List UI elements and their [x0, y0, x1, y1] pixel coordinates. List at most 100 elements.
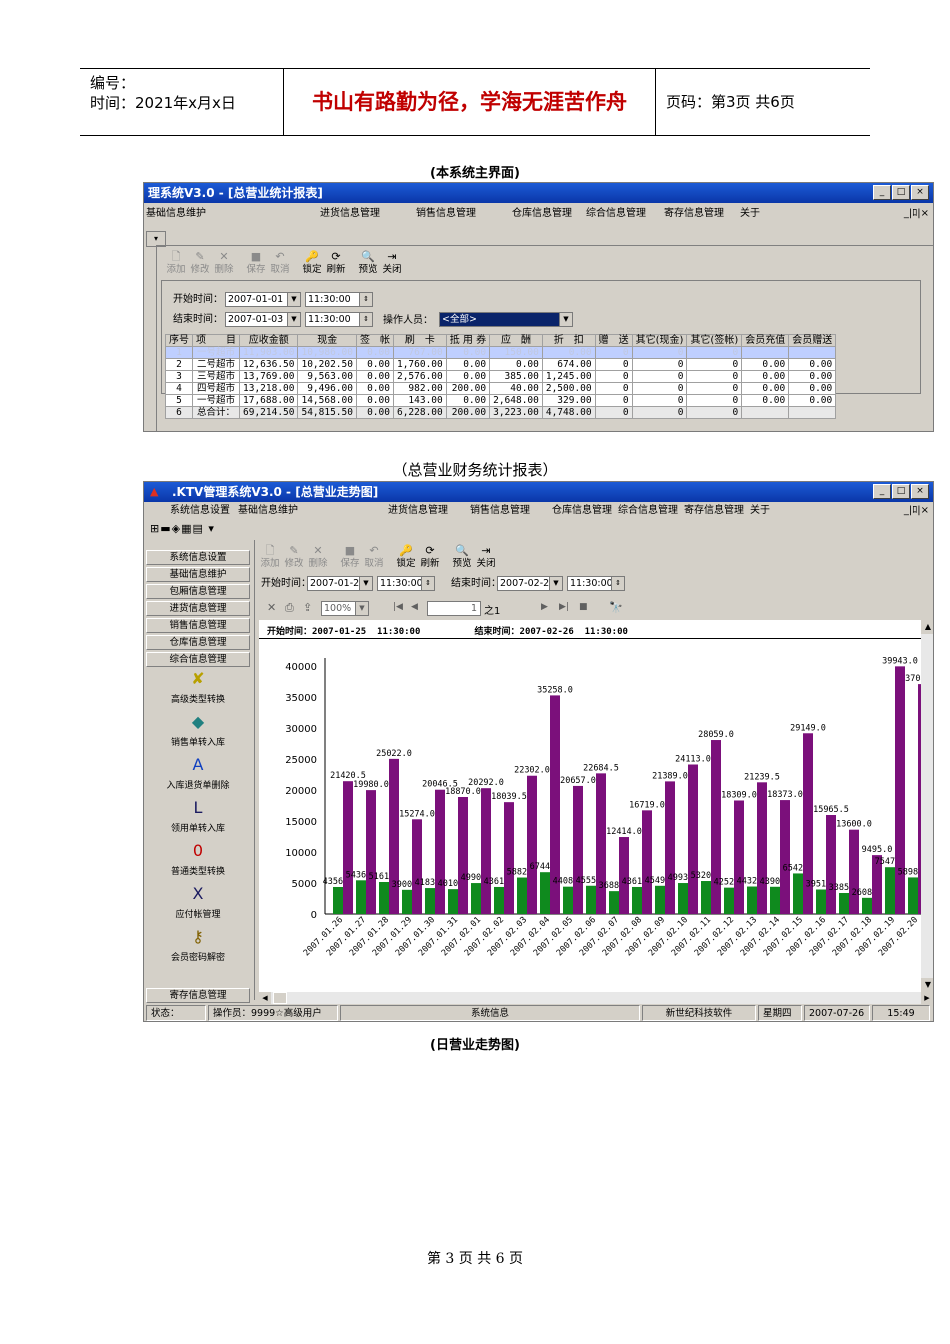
export-icon[interactable]: ⇪	[303, 601, 312, 614]
prev-page-icon[interactable]: ◀	[411, 602, 418, 612]
maximize-button[interactable]: □	[892, 185, 910, 200]
grid-column-header[interactable]: 其它(签帐)	[686, 334, 743, 347]
scroll-thumb[interactable]	[273, 992, 287, 1004]
table-row[interactable]: 5 一号超市 17,688.00 14,568.00 0.00 143.00 0.00 2,6…	[165, 394, 837, 407]
tool-button[interactable]: 🗋 添加	[257, 544, 283, 569]
sidebar-item[interactable]: 寄存信息管理	[146, 988, 250, 1003]
next-page-icon[interactable]: ▶	[541, 602, 548, 612]
sidebar-tool[interactable]: X 应付帐管理	[146, 883, 250, 920]
sidebar-tool[interactable]: ⚷ 会员密码解密	[146, 926, 250, 963]
tool-button[interactable]: ⇥ 关闭	[379, 250, 405, 275]
menu-item[interactable]: 关于	[740, 205, 760, 223]
tool-button[interactable]: 🔍 预览	[355, 250, 381, 275]
menu-item[interactable]: 仓库信息管理	[552, 502, 612, 520]
tool-button[interactable]: ■ 保存	[243, 250, 269, 275]
table-row[interactable]: 6 总合计： 69,214.50 54,815.50 0.00 6,228.00 200.0…	[165, 406, 837, 419]
close-button[interactable]: ×	[911, 484, 929, 499]
menu-item[interactable]: 仓库信息管理	[512, 205, 572, 223]
menu-item[interactable]: 综合信息管理	[586, 205, 646, 223]
chevron-down-icon[interactable]: ▼	[359, 577, 372, 590]
menu-item[interactable]: 寄存信息管理	[684, 502, 744, 520]
tool-button[interactable]: ✕ 删除	[211, 250, 237, 275]
close-button[interactable]: ×	[911, 185, 929, 200]
scroll-up-icon[interactable]: ▲	[921, 620, 933, 634]
chevron-down-icon[interactable]: ▾	[208, 522, 215, 535]
spinner-icon[interactable]: ⇕	[359, 293, 372, 306]
sidebar-tool[interactable]: ◆ 销售单转入库	[146, 711, 250, 748]
chevron-down-icon[interactable]: ▼	[355, 602, 368, 615]
sidebar-item[interactable]: 进货信息管理	[146, 601, 250, 616]
end-time-spinner[interactable]: 11:30:00 ⇕	[567, 576, 625, 591]
page-number-input[interactable]: 1	[427, 601, 481, 616]
menu-item[interactable]: 基础信息维护	[146, 205, 206, 223]
chevron-down-icon[interactable]: ▼	[559, 313, 572, 326]
tool-button[interactable]: 🔍 预览	[449, 544, 475, 569]
menu-item[interactable]: 综合信息管理	[618, 502, 678, 520]
table-row[interactable]: 1 一号超市 11,903.00 10,986.00 0.00 767.00 0.00 150…	[165, 346, 837, 359]
horizontal-scrollbar[interactable]: ◀ ▶	[259, 992, 933, 1004]
chevron-down-icon[interactable]: ▼	[549, 577, 562, 590]
grid-column-header[interactable]: 抵 用 券	[445, 334, 491, 347]
sidebar-tool[interactable]: ✘ 高级类型转换	[146, 668, 250, 705]
sidebar-tool[interactable]: 0 普通类型转换	[146, 840, 250, 877]
last-page-icon[interactable]: ▶|	[559, 602, 569, 612]
tool-button[interactable]: ↶ 取消	[361, 544, 387, 569]
sidebar-item[interactable]: 销售信息管理	[146, 618, 250, 633]
sidebar-tool[interactable]: L 领用单转入库	[146, 797, 250, 834]
minimize-button[interactable]: _	[873, 484, 891, 499]
grid-column-header[interactable]: 会员赠送	[788, 334, 837, 347]
tool-button[interactable]: 🗋 添加	[163, 250, 189, 275]
menu-item[interactable]: 基础信息维护	[238, 502, 298, 520]
menu-item[interactable]: 进货信息管理	[320, 205, 380, 223]
scroll-left-icon[interactable]: ◀	[259, 992, 271, 1004]
menu-item[interactable]: 寄存信息管理	[664, 205, 724, 223]
quick-tool-icon[interactable]: ⊞▬◈▦▤	[150, 522, 204, 535]
sidebar-item[interactable]: 仓库信息管理	[146, 635, 250, 650]
minimize-button[interactable]: _	[873, 185, 891, 200]
start-date-picker[interactable]: 2007-01-25 ▼	[307, 576, 373, 591]
tool-button[interactable]: ✕ 删除	[305, 544, 331, 569]
grid-column-header[interactable]: 其它(现金)	[631, 334, 688, 347]
tool-button[interactable]: 🔑 锁定	[299, 250, 325, 275]
table-row[interactable]: 3 三号超市 13,769.00 9,563.00 0.00 2,576.00 0.00 38…	[165, 370, 837, 383]
sidebar-item[interactable]: 系统信息设置	[146, 550, 250, 565]
menu-item[interactable]: 进货信息管理	[388, 502, 448, 520]
mdi-controls[interactable]: _|ﾛ|×	[904, 205, 929, 223]
sidebar-tool[interactable]: A 入库退货单删除	[146, 754, 250, 791]
table-row[interactable]: 2 二号超市 12,636.50 10,202.50 0.00 1,760.00 0.00 0…	[165, 358, 837, 371]
stop-icon[interactable]: ■	[579, 602, 588, 612]
tool-button[interactable]: ■ 保存	[337, 544, 363, 569]
tool-button[interactable]: 🔑 锁定	[393, 544, 419, 569]
grid-column-header[interactable]: 序号	[165, 334, 193, 347]
sidebar-item[interactable]: 基础信息维护	[146, 567, 250, 582]
tool-button[interactable]: ⟳ 刷新	[323, 250, 349, 275]
spinner-icon[interactable]: ⇕	[359, 313, 372, 326]
tool-button[interactable]: ⟳ 刷新	[417, 544, 443, 569]
grid-column-header[interactable]: 会员充值	[741, 334, 790, 347]
operator-select[interactable]: <全部> ▼	[439, 312, 573, 327]
grid-column-header[interactable]: 现金	[297, 334, 357, 347]
grid-column-header[interactable]: 应收金额	[238, 334, 299, 347]
zoom-select[interactable]: 100% ▼	[321, 601, 369, 616]
grid-column-header[interactable]: 项 目	[192, 334, 240, 347]
scroll-down-icon[interactable]: ▼	[921, 978, 933, 992]
tool-button[interactable]: ⇥ 关闭	[473, 544, 499, 569]
search-icon[interactable]: 🔭	[609, 601, 623, 614]
spinner-icon[interactable]: ⇕	[421, 577, 434, 590]
table-row[interactable]: 4 四号超市 13,218.00 9,496.00 0.00 982.00 200.00 40…	[165, 382, 837, 395]
start-time-spinner[interactable]: 11:30:00 ⇕	[305, 292, 373, 307]
end-date-picker[interactable]: 2007-02-26 ▼	[497, 576, 563, 591]
sidebar-item[interactable]: 包厢信息管理	[146, 584, 250, 599]
grid-column-header[interactable]: 折 扣	[541, 334, 596, 347]
grid-column-header[interactable]: 赠 送	[594, 334, 633, 347]
grid-column-header[interactable]: 签 帐	[355, 334, 394, 347]
chevron-down-icon[interactable]: ▼	[287, 293, 300, 306]
spinner-icon[interactable]: ⇕	[611, 577, 624, 590]
menu-item[interactable]: 销售信息管理	[470, 502, 530, 520]
menu-item[interactable]: 销售信息管理	[416, 205, 476, 223]
mdi-controls[interactable]: _|ﾛ|×	[904, 502, 929, 520]
scroll-right-icon[interactable]: ▶	[921, 992, 933, 1004]
start-time-spinner[interactable]: 11:30:00 ⇕	[377, 576, 435, 591]
tool-button[interactable]: ↶ 取消	[267, 250, 293, 275]
start-date-picker[interactable]: 2007-01-01 ▼	[225, 292, 301, 307]
